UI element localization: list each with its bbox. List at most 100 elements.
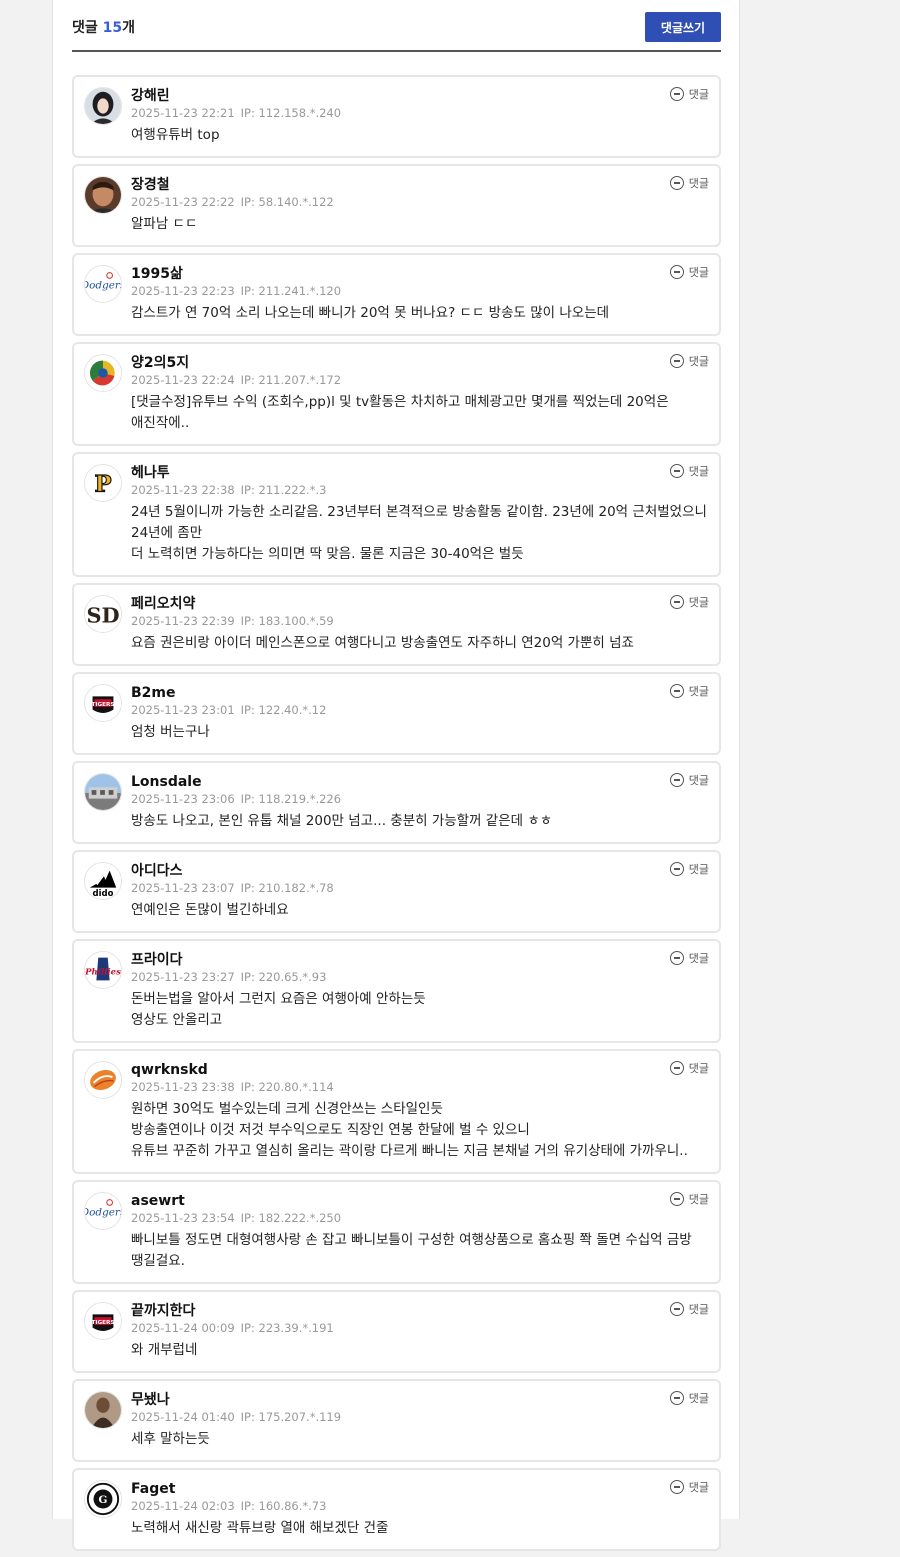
reply-label: 댓글: [688, 177, 709, 190]
reply-button[interactable]: 댓글: [669, 1479, 709, 1495]
dodgers-logo-icon[interactable]: Dodgers: [84, 1192, 122, 1230]
comment-item: 강해린 2025-11-23 22:21 IP: 112.158.*.240 여행유튜…: [72, 75, 721, 158]
reply-button[interactable]: 댓글: [669, 861, 709, 877]
comment-date: 2025-11-23 23:54: [131, 1211, 235, 1225]
reply-label: 댓글: [688, 952, 709, 965]
comment-meta: 2025-11-24 00:09 IP: 223.39.*.191: [131, 1320, 707, 1337]
reply-button[interactable]: 댓글: [669, 950, 709, 966]
comment-ip: IP: 211.222.*.3: [240, 483, 327, 497]
comment-text: [댓글수정]유투브 수익 (조회수,pp)l 및 tv활동은 차치하고 매체광고…: [131, 394, 669, 431]
comment-author[interactable]: 양2의5지: [131, 354, 707, 372]
tigers-logo-icon[interactable]: TIGERS: [84, 1302, 122, 1340]
comment-date: 2025-11-24 00:09: [131, 1321, 235, 1335]
reply-button[interactable]: 댓글: [669, 463, 709, 479]
comment-author[interactable]: 프라이다: [131, 951, 707, 969]
comment-author[interactable]: B2me: [131, 684, 707, 702]
speech-bubble-icon: [669, 1480, 684, 1494]
comment-author[interactable]: 무뇄나: [131, 1391, 707, 1409]
reply-button[interactable]: 댓글: [669, 1060, 709, 1076]
speech-bubble-icon: [669, 265, 684, 279]
comment-meta: 2025-11-23 22:24 IP: 211.207.*.172: [131, 372, 707, 389]
comment-text: 방송도 나오고, 본인 유툽 채널 200만 넘고... 충분히 가능할꺼 같은…: [131, 813, 553, 829]
comment-author[interactable]: 강해린: [131, 87, 707, 105]
comment-text: 연예인은 돈많이 벌긴하네요: [131, 902, 289, 918]
comment-count-title: 댓글 15개: [72, 17, 135, 37]
reply-button[interactable]: 댓글: [669, 772, 709, 788]
comment-ip: IP: 183.100.*.59: [240, 614, 334, 628]
adidas-logo-icon[interactable]: dido: [84, 862, 122, 900]
comment-item: qwrknskd 2025-11-23 23:38 IP: 220.80.*.114…: [72, 1049, 721, 1174]
speech-bubble-icon: [669, 684, 684, 698]
comment-text: 원하면 30억도 벌수있는데 크게 신경안쓰는 스타일인듯 방송출연이나 이것 …: [131, 1101, 688, 1159]
comment-text: 세후 말하는듯: [131, 1431, 210, 1447]
comment-text: 노력해서 새신랑 곽튜브랑 열애 해보겠단 건줄: [131, 1520, 389, 1536]
reply-button[interactable]: 댓글: [669, 175, 709, 191]
photo-person-icon[interactable]: [84, 87, 122, 125]
comment-meta: 2025-11-23 22:22 IP: 58.140.*.122: [131, 194, 707, 211]
tigers-logo-icon[interactable]: TIGERS: [84, 684, 122, 722]
comment-ip: IP: 160.86.*.73: [240, 1499, 327, 1513]
comment-author[interactable]: Faget: [131, 1480, 707, 1498]
comment-author[interactable]: asewrt: [131, 1192, 707, 1210]
reply-button[interactable]: 댓글: [669, 594, 709, 610]
comment-date: 2025-11-23 23:01: [131, 703, 235, 717]
wbc-logo-icon[interactable]: [84, 354, 122, 392]
giants-logo-icon[interactable]: G: [84, 1480, 122, 1518]
comment-date: 2025-11-23 23:27: [131, 970, 235, 984]
reply-button[interactable]: 댓글: [669, 683, 709, 699]
comment-author[interactable]: 장경철: [131, 176, 707, 194]
speech-bubble-icon: [669, 1192, 684, 1206]
comment-ip: IP: 220.80.*.114: [240, 1080, 334, 1094]
comment-author[interactable]: 1995삶: [131, 265, 707, 283]
speech-bubble-icon: [669, 595, 684, 609]
photo-man-icon[interactable]: [84, 176, 122, 214]
comment-text: 감스트가 연 70억 소리 나오는데 빠니가 20억 못 버나요? ㄷㄷ 방송도…: [131, 305, 610, 321]
comment-meta: 2025-11-23 23:54 IP: 182.222.*.250: [131, 1210, 707, 1227]
phillies-logo-icon[interactable]: Phillies: [84, 951, 122, 989]
comment-meta: 2025-11-23 23:01 IP: 122.40.*.12: [131, 702, 707, 719]
building-photo-icon[interactable]: [84, 773, 122, 811]
photo-figure-icon[interactable]: [84, 1391, 122, 1429]
comment-text: 요즘 권은비랑 아이더 메인스폰으로 여행다니고 방송출연도 자주하니 연20억…: [131, 635, 634, 651]
comment-date: 2025-11-23 22:38: [131, 483, 235, 497]
comment-meta: 2025-11-23 22:39 IP: 183.100.*.59: [131, 613, 707, 630]
svg-text:Dodgers: Dodgers: [85, 1207, 121, 1219]
comment-item: Phillies 프라이다 2025-11-23 23:27 IP: 220.65.*…: [72, 939, 721, 1043]
reply-button[interactable]: 댓글: [669, 264, 709, 280]
comment-meta: 2025-11-24 01:40 IP: 175.207.*.119: [131, 1409, 707, 1426]
speech-bubble-icon: [669, 464, 684, 478]
comment-ip: IP: 211.207.*.172: [240, 373, 342, 387]
dodgers-logo-icon[interactable]: Dodgers: [84, 265, 122, 303]
write-comment-button[interactable]: 댓글쓰기: [645, 12, 721, 42]
comment-author[interactable]: 페리오치약: [131, 595, 707, 613]
comment-text: 엄청 버는구나: [131, 724, 210, 740]
pirates-logo-icon[interactable]: P: [84, 464, 122, 502]
reply-button[interactable]: 댓글: [669, 353, 709, 369]
reply-button[interactable]: 댓글: [669, 86, 709, 102]
svg-text:Dodgers: Dodgers: [85, 280, 121, 292]
reply-label: 댓글: [688, 355, 709, 368]
reply-button[interactable]: 댓글: [669, 1390, 709, 1406]
comment-date: 2025-11-24 02:03: [131, 1499, 235, 1513]
reply-button[interactable]: 댓글: [669, 1301, 709, 1317]
comment-author[interactable]: 헤나투: [131, 464, 707, 482]
comment-author[interactable]: Lonsdale: [131, 773, 707, 791]
comment-meta: 2025-11-23 22:23 IP: 211.241.*.120: [131, 283, 707, 300]
svg-text:TIGERS: TIGERS: [92, 1320, 115, 1326]
speech-bubble-icon: [669, 87, 684, 101]
comment-meta: 2025-11-23 23:06 IP: 118.219.*.226: [131, 791, 707, 808]
reply-button[interactable]: 댓글: [669, 1191, 709, 1207]
comment-meta: 2025-11-23 22:21 IP: 112.158.*.240: [131, 105, 707, 122]
padres-logo-icon[interactable]: SD: [84, 595, 122, 633]
comment-author[interactable]: qwrknskd: [131, 1061, 707, 1079]
comment-text: 알파남 ㄷㄷ: [131, 216, 198, 232]
comment-author[interactable]: 아디다스: [131, 862, 707, 880]
comment-ip: IP: 118.219.*.226: [240, 792, 342, 806]
comment-text: 와 개부럽네: [131, 1342, 198, 1358]
comment-date: 2025-11-23 23:06: [131, 792, 235, 806]
speech-bubble-icon: [669, 354, 684, 368]
svg-text:G: G: [99, 1494, 108, 1506]
comment-ip: IP: 175.207.*.119: [240, 1410, 342, 1424]
comment-author[interactable]: 끝까지한다: [131, 1302, 707, 1320]
ball-logo-icon[interactable]: [84, 1061, 122, 1099]
